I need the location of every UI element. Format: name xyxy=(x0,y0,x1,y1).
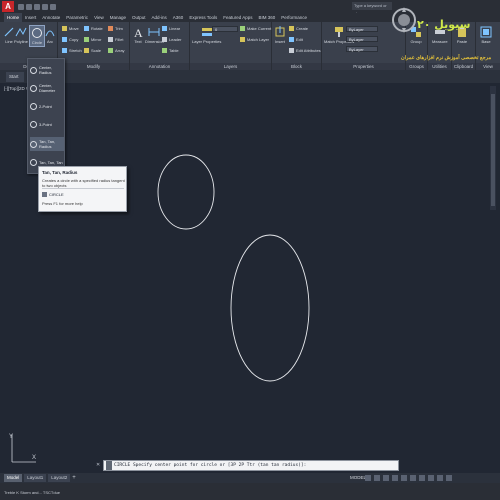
polar-icon[interactable] xyxy=(392,475,398,481)
snap-icon[interactable] xyxy=(374,475,380,481)
layout-tab-layout2[interactable]: Layout2 xyxy=(48,474,71,482)
circle-option-3-point[interactable]: 3-Point xyxy=(30,117,64,131)
circle-option-icon xyxy=(30,84,37,92)
drawing-geometry xyxy=(157,154,310,382)
circle-option-center-radius[interactable]: Center, Radius xyxy=(30,63,64,77)
watermark-logo xyxy=(392,7,416,33)
autocad-window: A Type a keyword or phrase HomeInsertAnn… xyxy=(0,0,500,500)
status-toggles xyxy=(365,475,452,481)
osnap-icon[interactable] xyxy=(401,475,407,481)
add-layout-button[interactable]: + xyxy=(72,475,76,481)
ucs-y-label: Y xyxy=(9,434,13,440)
circle-option-tan-tan-radius[interactable]: Tan, Tan, Radius xyxy=(30,137,64,151)
command-prompt-icon xyxy=(106,461,112,470)
circle-option-icon xyxy=(30,102,37,110)
command-line-text: CIRCLE Specify center point for circle o… xyxy=(114,463,307,468)
command-line[interactable]: CIRCLE Specify center point for circle o… xyxy=(103,460,399,471)
ortho-icon[interactable] xyxy=(383,475,389,481)
circle-shape-1[interactable] xyxy=(157,154,215,230)
circle-dropdown-menu: Center, Radius Center, Diameter 2-Point 3-P… xyxy=(27,58,65,174)
ucs-icon: Y X xyxy=(9,434,36,463)
circle-option-label: Tan, Tan, Tan xyxy=(39,159,63,165)
watermark-subtitle: مرجع تخصصی آموزش نرم افزارهای عمران xyxy=(401,55,492,61)
circle-option-icon xyxy=(30,140,37,148)
model-space-toggle[interactable]: MODEL xyxy=(350,475,366,480)
command-tooltip: Tan, Tan, Radius Creates a circle with a… xyxy=(38,166,127,212)
tooltip-title: Tan, Tan, Radius xyxy=(42,170,78,175)
circle-option-icon xyxy=(30,158,37,166)
ucs-x-label: X xyxy=(32,455,36,461)
circle-option-label: 3-Point xyxy=(39,121,52,127)
layout-tab-layout1[interactable]: Layout1 xyxy=(24,474,47,482)
taskbar xyxy=(0,483,500,500)
tooltip-help: Press F1 for more help xyxy=(42,201,83,206)
watermark-title: سیویل ۲۰ xyxy=(417,18,471,31)
customize-icon[interactable] xyxy=(446,475,452,481)
circle-option-label: 2-Point xyxy=(39,103,52,109)
circle-option-label: Tan, Tan, Radius xyxy=(39,139,56,149)
circle-option-center-diameter[interactable]: Center, Diameter xyxy=(30,81,64,95)
layout-tab-model[interactable]: Model xyxy=(4,474,23,482)
circle-option-label: Center, Radius xyxy=(39,65,52,75)
tooltip-command: CIRCLE xyxy=(42,192,64,197)
command-line-close-icon[interactable]: ✕ xyxy=(96,462,100,468)
taskbar-text: Treble K Storm and... TSCTdue xyxy=(4,490,61,495)
grid-icon[interactable] xyxy=(365,475,371,481)
annotation-scale-icon[interactable] xyxy=(428,475,434,481)
otrack-icon[interactable] xyxy=(410,475,416,481)
circle-option-label: Center, Diameter xyxy=(39,83,56,93)
tooltip-command-name: CIRCLE xyxy=(49,192,64,197)
circle-option-icon xyxy=(30,120,37,128)
command-icon xyxy=(42,192,47,197)
tooltip-description: Creates a circle with a specified radius… xyxy=(42,178,125,188)
lineweight-icon[interactable] xyxy=(419,475,425,481)
circle-option-2-point[interactable]: 2-Point xyxy=(30,99,64,113)
circle-option-icon xyxy=(30,66,37,74)
circle-shape-2[interactable] xyxy=(230,234,310,382)
tooltip-divider xyxy=(42,188,124,189)
workspace-icon[interactable] xyxy=(437,475,443,481)
